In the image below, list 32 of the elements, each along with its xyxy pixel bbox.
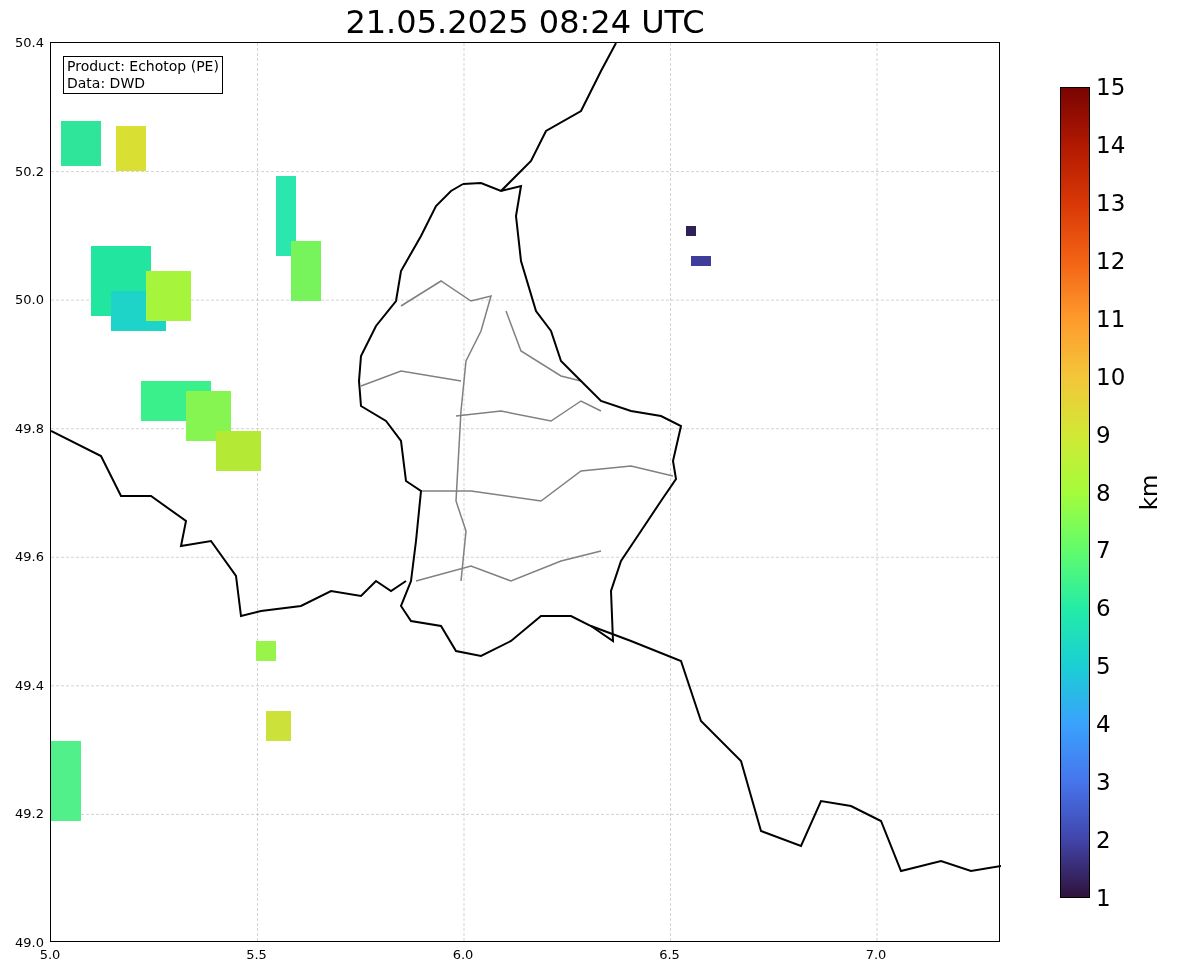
y-tick-label: 49.8 <box>15 421 44 435</box>
colorbar-tick-label: 6 <box>1096 596 1111 620</box>
colorbar-tick-label: 15 <box>1096 75 1126 99</box>
legend-text: Product: Echotop (PE) <box>67 58 219 75</box>
colorbar-tick-label: 4 <box>1096 712 1111 736</box>
y-tick-label: 49.4 <box>15 678 44 692</box>
colorbar-label: km <box>1138 474 1162 511</box>
y-tick-label: 50.4 <box>15 35 44 49</box>
colorbar-tick-label: 12 <box>1096 249 1126 273</box>
y-tick-label: 49.2 <box>15 806 44 820</box>
colorbar-tick-label: 8 <box>1096 481 1111 504</box>
x-tick-label: 6.5 <box>659 948 680 961</box>
colorbar-tick-label: 2 <box>1096 828 1111 852</box>
colorbar-tick-label: 9 <box>1096 423 1111 447</box>
y-tick-label: 50.0 <box>15 292 44 306</box>
chart-title: 21.05.2025 08:24 UTC <box>345 2 705 42</box>
colorbar-tick-label: 14 <box>1096 133 1126 157</box>
colorbar-tick-label: 10 <box>1096 365 1126 389</box>
colorbar-tick-label: 11 <box>1096 307 1126 331</box>
colorbar-tick-label: 5 <box>1096 654 1111 678</box>
colorbar-tick-label: 13 <box>1096 191 1126 215</box>
colorbar-tick-label: 7 <box>1096 538 1111 562</box>
y-tick-label: 50.2 <box>15 164 44 178</box>
y-tick-label: 49.6 <box>15 549 44 563</box>
x-tick-label: 6.0 <box>452 948 474 961</box>
y-tick-label: 49.0 <box>15 935 44 949</box>
colorbar-tick-label: 1 <box>1096 886 1111 910</box>
legend-text: Data: DWD <box>67 75 146 92</box>
x-tick-label: 5.0 <box>39 948 61 961</box>
x-tick-label: 5.5 <box>246 948 267 961</box>
colorbar-tick-label: 3 <box>1096 770 1111 794</box>
x-tick-label: 7.0 <box>865 948 887 961</box>
